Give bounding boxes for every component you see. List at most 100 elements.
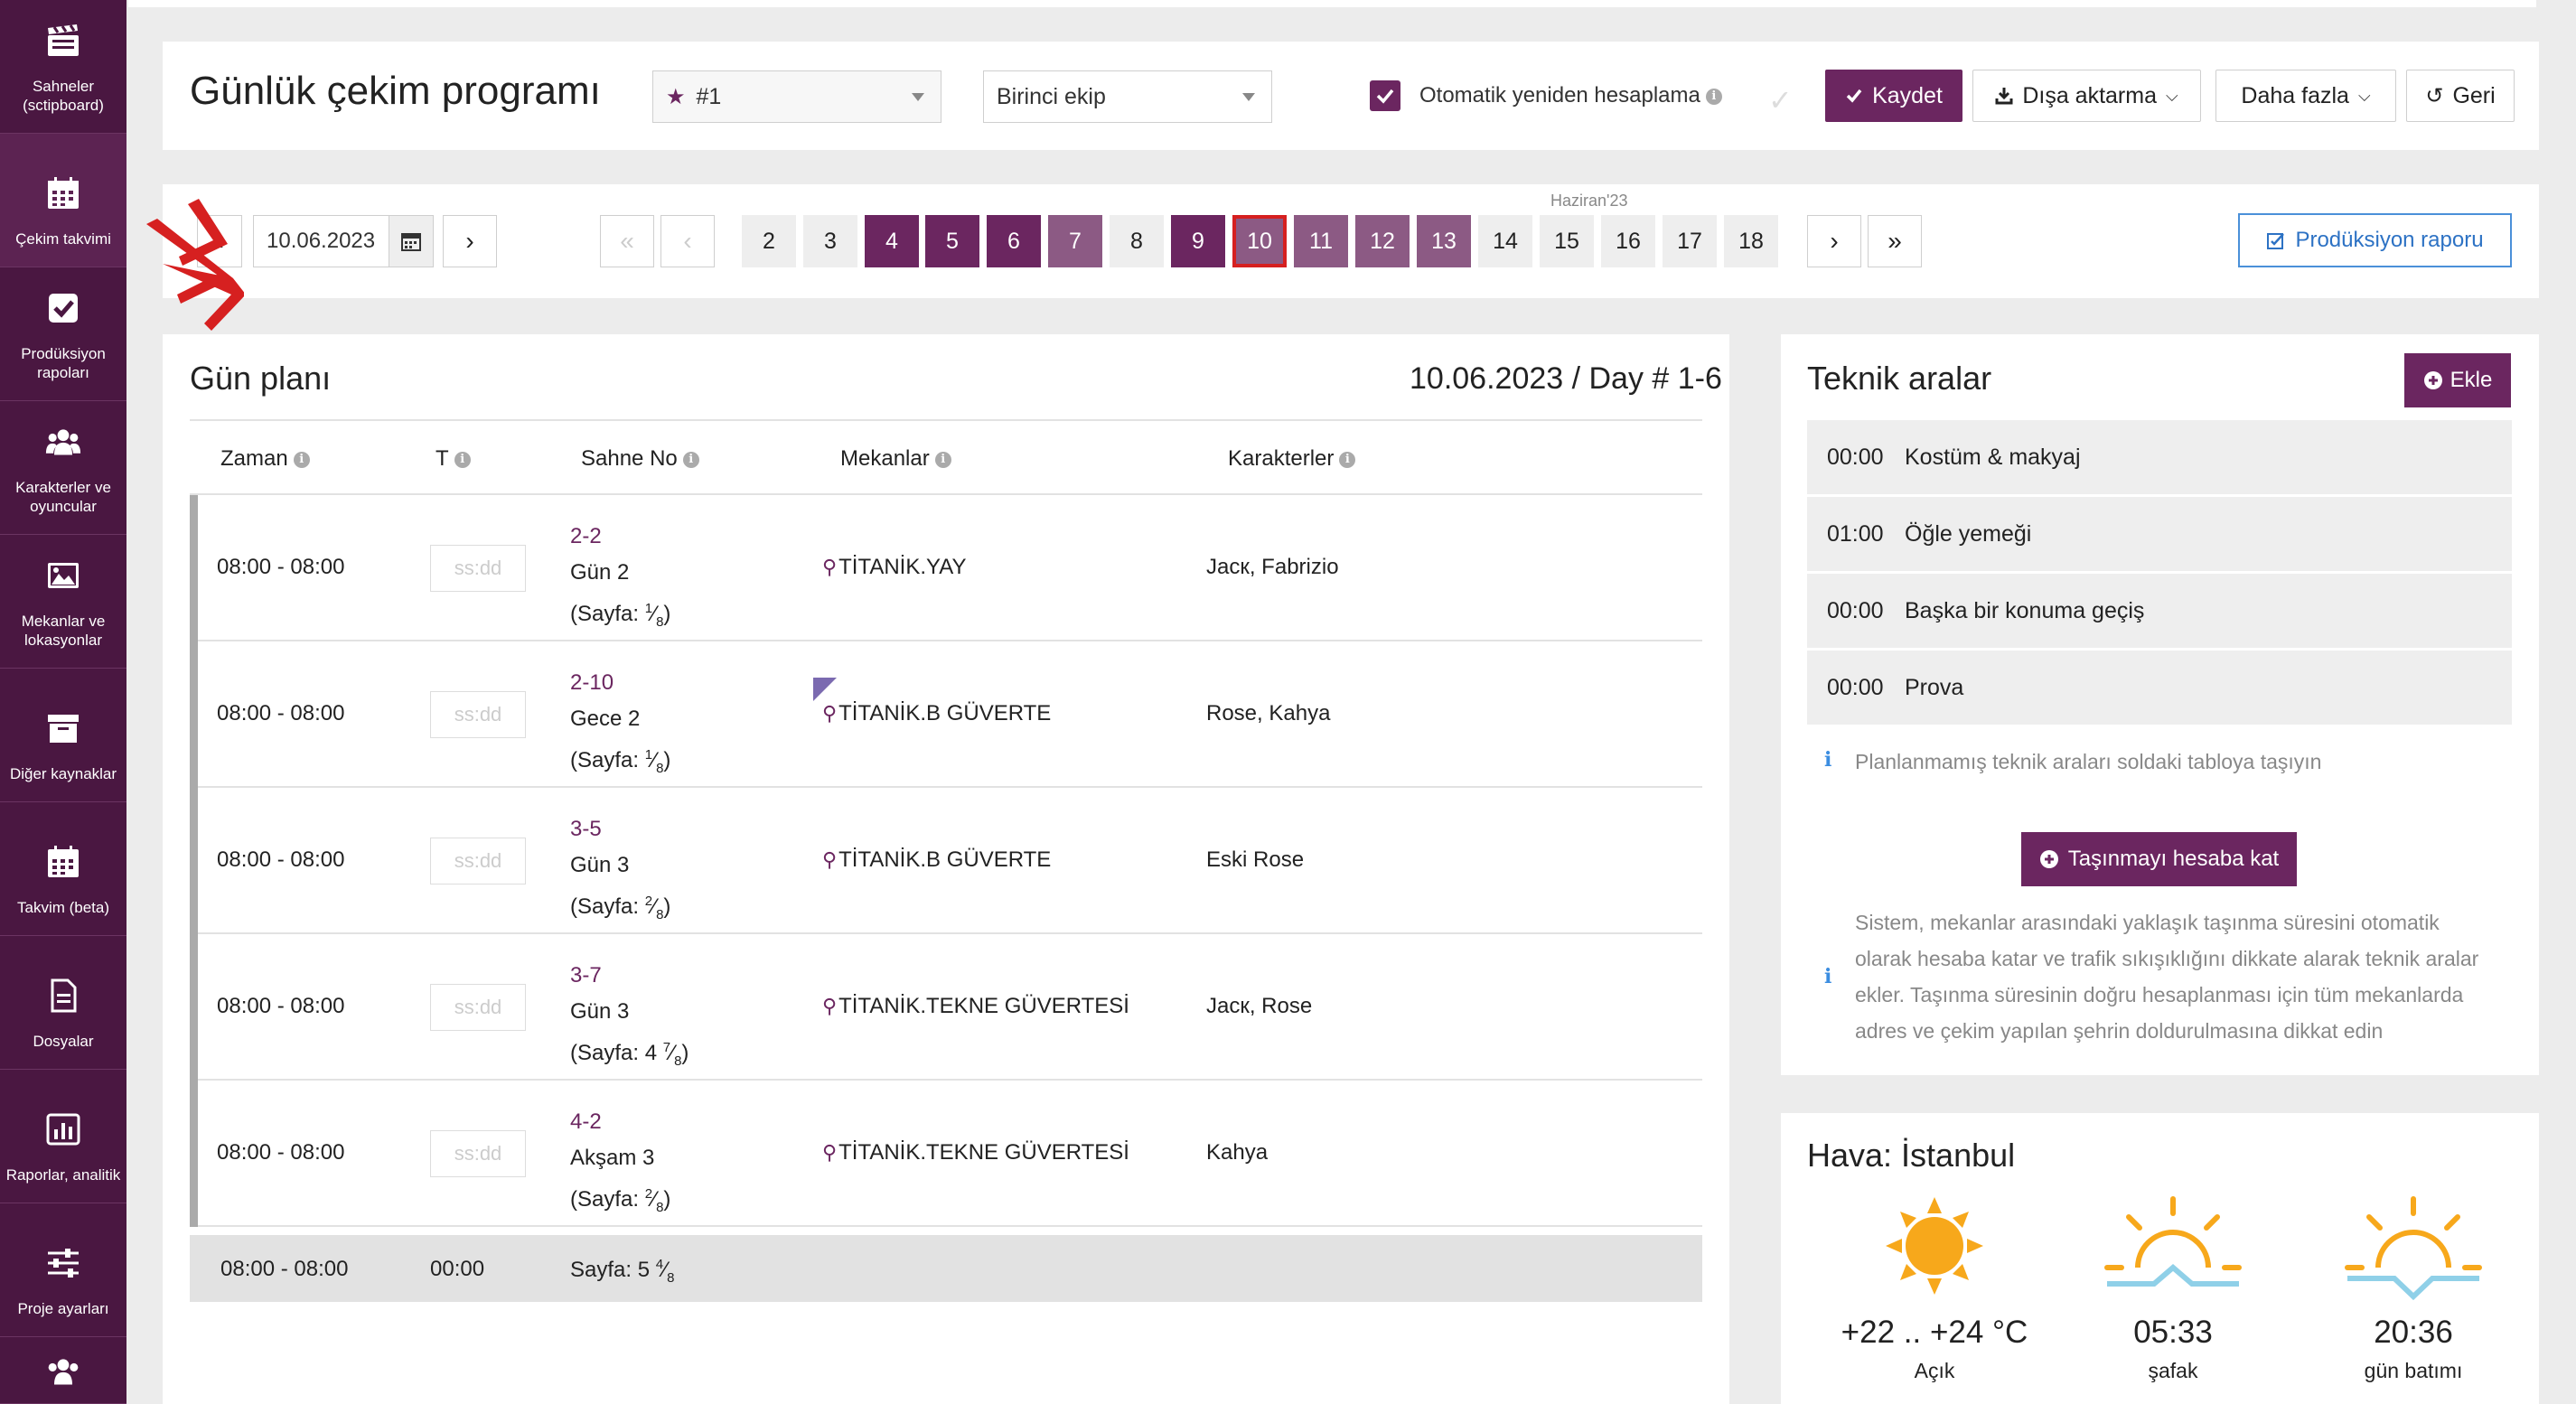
scene-day: Gün 2 <box>570 560 630 585</box>
sidebar-item-team[interactable] <box>0 1337 126 1404</box>
calendar-icon[interactable] <box>389 215 434 267</box>
scene-number-link[interactable]: 3-5 <box>570 811 670 847</box>
next-date-button[interactable]: › <box>443 215 497 267</box>
characters-cell: Kahya <box>1206 1140 1269 1165</box>
sunset-time: 20:36 <box>2374 1315 2453 1350</box>
day-3[interactable]: 3 <box>803 215 857 267</box>
export-button[interactable]: Dışa aktarma ⌵ <box>1972 70 2201 122</box>
sidebar-item-schedule[interactable]: Çekim takvimi <box>0 134 126 267</box>
info-icon[interactable]: i <box>454 451 471 468</box>
day-18[interactable]: 18 <box>1724 215 1778 267</box>
users-icon <box>45 424 81 460</box>
sidebar-item-reports[interactable]: Raporlar, analitik <box>0 1070 126 1203</box>
add-break-button[interactable]: Ekle <box>2404 353 2511 407</box>
break-name: Öğle yemeği <box>1905 520 2032 547</box>
save-label: Kaydet <box>1872 82 1943 108</box>
scene-number-link[interactable]: 2-10 <box>570 665 670 701</box>
row-handle[interactable] <box>190 495 198 641</box>
info-icon[interactable]: i <box>682 451 699 468</box>
sidebar-item-characters[interactable]: Karakterler ve oyuncular <box>0 401 126 535</box>
page-suffix: ) <box>663 748 671 772</box>
info-icon[interactable]: i <box>1705 88 1722 105</box>
info-icon[interactable]: i <box>293 451 310 468</box>
sidebar-item-production-reports[interactable]: Prodüksiyon rapoları <box>0 267 126 401</box>
day-16[interactable]: 16 <box>1601 215 1655 267</box>
sidebar-item-scenes[interactable]: Sahneler (sctipboard) <box>0 0 126 134</box>
auto-recalc-checkbox[interactable] <box>1370 80 1400 111</box>
next-page-button[interactable]: › <box>1807 215 1861 267</box>
duration-input[interactable]: ss:dd <box>430 545 526 592</box>
day-6[interactable]: 6 <box>987 215 1041 267</box>
location-name: TİTANİK.TEKNE GÜVERTESİ <box>838 994 1129 1018</box>
day-11[interactable]: 11 <box>1294 215 1348 267</box>
page-num: 7 <box>662 1040 671 1055</box>
table-row[interactable]: 08:00 - 08:00 ss:dd 2-2 Gün 2 (Sayfa: 1⁄… <box>190 495 1702 641</box>
col-location-header: Mekanlar i <box>840 446 951 472</box>
day-13[interactable]: 13 <box>1417 215 1471 267</box>
duration-input[interactable]: ss:dd <box>430 691 526 738</box>
scene-number-link[interactable]: 4-2 <box>570 1104 670 1140</box>
scene-number-link[interactable]: 3-7 <box>570 958 688 994</box>
day-14[interactable]: 14 <box>1478 215 1532 267</box>
location-cell: ⚲TİTANİK.B GÜVERTE <box>822 701 1051 726</box>
sidebar-item-other-resources[interactable]: Diğer kaynaklar <box>0 669 126 802</box>
table-row[interactable]: 08:00 - 08:00 ss:dd 4-2 Akşam 3 (Sayfa: … <box>190 1081 1702 1227</box>
characters-cell: Jacк, Rose <box>1206 994 1313 1018</box>
break-item[interactable]: 01:00 Öğle yemeği <box>1807 497 2512 573</box>
row-handle[interactable] <box>190 788 198 934</box>
save-button[interactable]: Kaydet <box>1825 70 1962 122</box>
production-report-button[interactable]: Prodüksiyon raporu <box>2238 213 2512 267</box>
day-15[interactable]: 15 <box>1540 215 1594 267</box>
duration-input[interactable]: ss:dd <box>430 838 526 885</box>
break-item[interactable]: 00:00 Prova <box>1807 651 2512 726</box>
break-time: 00:00 <box>1827 444 1884 470</box>
more-button[interactable]: Daha fazla ⌵ <box>2215 70 2396 122</box>
table-row[interactable]: 08:00 - 08:00 ss:dd 3-5 Gün 3 (Sayfa: 2⁄… <box>190 788 1702 934</box>
scene-number-link[interactable]: 2-2 <box>570 519 670 555</box>
info-icon[interactable]: i <box>1339 451 1356 468</box>
break-item[interactable]: 00:00 Kostüm & makyaj <box>1807 420 2512 496</box>
sidebar-item-calendar-beta[interactable]: Takvim (beta) <box>0 802 126 936</box>
sidebar-item-files[interactable]: Dosyalar <box>0 936 126 1070</box>
break-time: 00:00 <box>1827 597 1884 623</box>
day-7[interactable]: 7 <box>1048 215 1102 267</box>
info-icon[interactable]: i <box>934 451 951 468</box>
day-5[interactable]: 5 <box>925 215 979 267</box>
day-4[interactable]: 4 <box>865 215 919 267</box>
account-for-move-button[interactable]: Taşınmayı hesaba kat <box>2021 832 2297 886</box>
crew-select[interactable]: Birinci ekip <box>983 70 1272 123</box>
sidebar-item-locations[interactable]: Mekanlar ve lokasyonlar <box>0 535 126 669</box>
total-t: 00:00 <box>430 1257 485 1281</box>
col-scene-header: Sahne No i <box>581 446 699 472</box>
day-17[interactable]: 17 <box>1663 215 1717 267</box>
row-handle[interactable] <box>190 934 198 1081</box>
day-8[interactable]: 8 <box>1110 215 1164 267</box>
schedule-select[interactable]: ★ #1 <box>652 70 941 123</box>
chevron-down-icon <box>1242 93 1255 101</box>
page-title: Günlük çekim programı <box>190 69 601 113</box>
table-row[interactable]: 08:00 - 08:00 ss:dd 3-7 Gün 3 (Sayfa: 4 … <box>190 934 1702 1081</box>
row-handle[interactable] <box>190 1081 198 1227</box>
sidebar-item-project-settings[interactable]: Proje ayarları <box>0 1203 126 1337</box>
page-prefix: (Sayfa: <box>570 1041 645 1065</box>
duration-input[interactable]: ss:dd <box>430 984 526 1031</box>
row-handle[interactable] <box>190 641 198 788</box>
duration-input[interactable]: ss:dd <box>430 1130 526 1177</box>
sliders-icon <box>45 1245 81 1281</box>
day-12[interactable]: 12 <box>1355 215 1410 267</box>
first-page-button[interactable]: « <box>600 215 654 267</box>
back-button[interactable]: ↺ Geri <box>2406 70 2515 122</box>
break-item[interactable]: 00:00 Başka bir konuma geçiş <box>1807 574 2512 650</box>
day-9[interactable]: 9 <box>1171 215 1225 267</box>
table-row[interactable]: 08:00 - 08:00 ss:dd 2-10 Gece 2 (Sayfa: … <box>190 641 1702 788</box>
schedule-select-value: #1 <box>696 83 722 109</box>
last-page-button[interactable]: » <box>1868 215 1922 267</box>
day-10-selected[interactable]: 10 <box>1232 215 1287 267</box>
location-name: TİTANİK.YAY <box>838 555 967 579</box>
plus-circle-icon <box>2423 371 2442 389</box>
col-characters-label: Karakterler <box>1228 446 1335 471</box>
day-2[interactable]: 2 <box>742 215 796 267</box>
scene-day: Akşam 3 <box>570 1146 655 1170</box>
page-prefix: (Sayfa: <box>570 602 645 626</box>
prev-page-button[interactable]: ‹ <box>660 215 715 267</box>
